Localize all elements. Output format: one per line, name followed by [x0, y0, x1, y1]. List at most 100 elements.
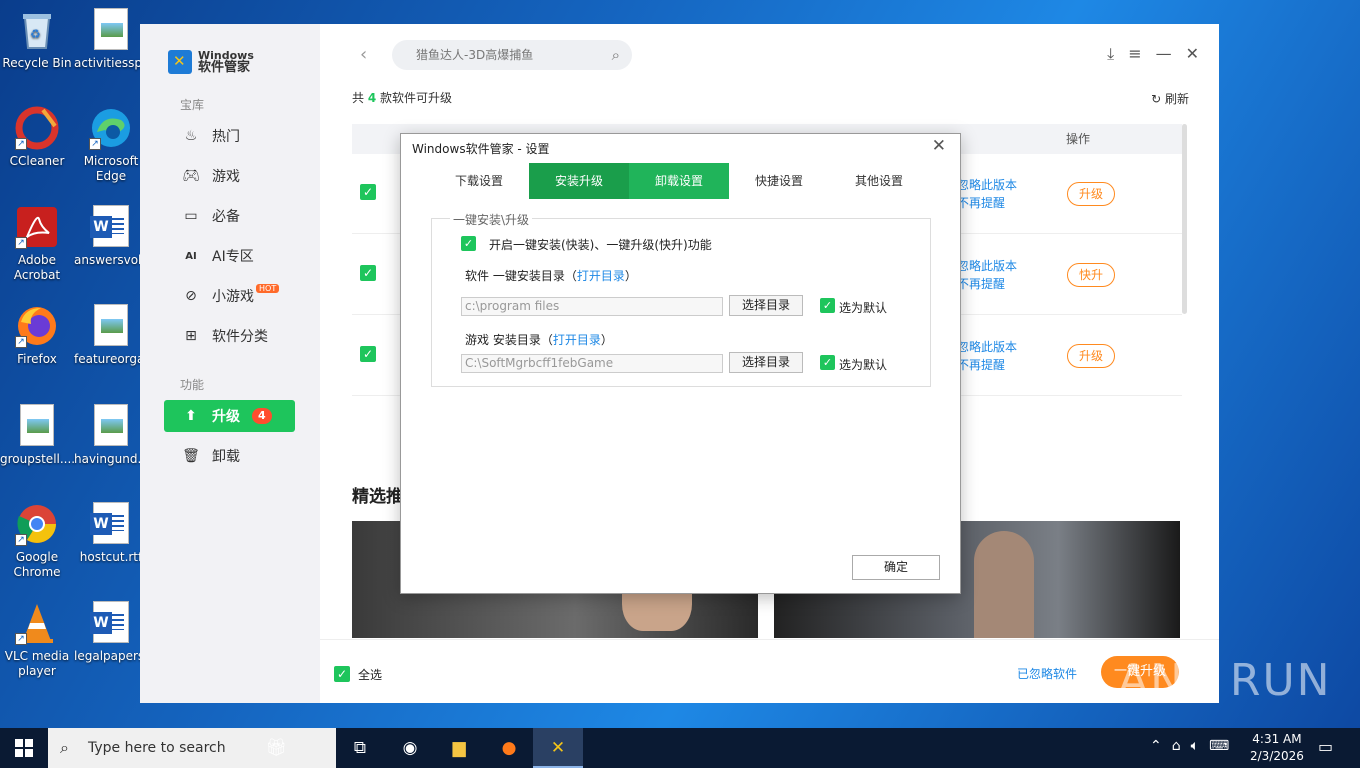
desktop-icon-activities[interactable]: activitiessp...: [74, 8, 154, 71]
close-icon[interactable]: ✕: [1186, 44, 1199, 64]
recycle-bin-icon: ♻: [15, 8, 59, 52]
clock[interactable]: 4:31 AM 2/3/2026: [1250, 731, 1304, 765]
desktop-icon-label: hostcut.rtf: [79, 550, 143, 564]
open-game-dir-link[interactable]: 打开目录: [553, 333, 601, 347]
sidebar-item-ai[interactable]: AI AI专区: [164, 240, 295, 272]
image-file-icon: [89, 404, 133, 448]
sidebar-item-upgrade[interactable]: ⬆ 升级 4: [164, 400, 295, 432]
desktop-icon-firefox[interactable]: ↗ Firefox: [0, 304, 74, 367]
upgrade-button[interactable]: 升级: [1067, 182, 1115, 206]
logo-line2: 软件管家: [198, 60, 251, 75]
chevron-up-icon[interactable]: ⌃: [1150, 738, 1162, 754]
back-arrow-icon[interactable]: ‹: [360, 44, 367, 65]
tab-shortcut[interactable]: 快捷设置: [729, 163, 829, 199]
ignored-software-link[interactable]: 已忽略软件: [1017, 665, 1077, 682]
row-checkbox[interactable]: ✓: [360, 265, 376, 281]
tab-download[interactable]: 下载设置: [429, 163, 529, 199]
desktop-icon-ccleaner[interactable]: ↗ CCleaner: [0, 106, 74, 169]
acrobat-icon: ↗: [15, 205, 59, 249]
ignore-link[interactable]: 忽略此版本 不再提醒: [957, 257, 1017, 293]
tab-other[interactable]: 其他设置: [829, 163, 929, 199]
notification-icon[interactable]: ▭: [1318, 737, 1333, 756]
close-icon[interactable]: ✕: [932, 136, 946, 156]
desktop-icon-label: CCleaner: [9, 154, 65, 168]
select-all-label[interactable]: 全选: [358, 666, 382, 683]
search-input[interactable]: 猎鱼达人-3D高爆捕鱼 ⌕: [392, 40, 632, 70]
desktop-icon-groupstell[interactable]: groupstell....: [0, 404, 75, 467]
desktop-icon-recycle-bin[interactable]: ♻ Recycle Bin: [0, 8, 74, 71]
firefox-taskbar-icon[interactable]: ●: [497, 736, 521, 760]
sidebar-item-essentials[interactable]: ▭ 必备: [164, 200, 295, 232]
row-checkbox[interactable]: ✓: [360, 184, 376, 200]
sidebar-item-label: 软件分类: [212, 329, 268, 345]
monitor-icon: ▭: [184, 208, 198, 224]
sidebar-item-categories[interactable]: ⊞ 软件分类: [164, 320, 295, 352]
search-icon[interactable]: ⌕: [612, 40, 620, 70]
desktop-icon-label: Google Chrome: [13, 550, 61, 579]
sidebar-item-hot[interactable]: ♨ 热门: [164, 120, 295, 152]
select-all-checkbox[interactable]: ✓: [334, 666, 350, 682]
sidebar-item-uninstall[interactable]: 🗑︎ 卸载: [164, 440, 295, 472]
desktop-icon-hostcut[interactable]: W hostcut.rtf: [74, 502, 148, 565]
choose-software-dir-button[interactable]: 选择目录: [729, 295, 803, 316]
image-file-icon: [89, 304, 133, 348]
volume-icon[interactable]: 🔈︎: [1191, 738, 1199, 754]
ignore-version-text: 忽略此版本: [957, 178, 1018, 192]
taskbar-search-placeholder: Type here to search: [88, 740, 226, 756]
download-icon[interactable]: ⤓: [1107, 44, 1114, 64]
enable-quick-install-checkbox[interactable]: ✓: [461, 236, 476, 251]
footer-bar: ✓ 全选 已忽略软件 一键升级: [320, 639, 1219, 703]
desktop-icon-label: activitiessp...: [74, 56, 154, 70]
desktop-icon-answersvol[interactable]: W answersvol...: [74, 205, 153, 268]
quick-upgrade-button[interactable]: 快升: [1067, 263, 1115, 287]
software-default-checkbox[interactable]: ✓: [820, 298, 835, 313]
desktop-icon-label: Firefox: [17, 352, 57, 366]
desktop-icon-acrobat[interactable]: ↗ Adobe Acrobat: [0, 205, 74, 283]
game-dir-label: 游戏 安装目录（: [465, 333, 553, 347]
file-explorer-icon[interactable]: ▆: [447, 736, 471, 760]
desktop-icon-vlc[interactable]: ↗ VLC media player: [0, 601, 74, 679]
desktop-icon-edge[interactable]: ↗ Microsoft Edge: [74, 106, 148, 184]
ok-button[interactable]: 确定: [852, 555, 940, 580]
app-logo: Windows 软件管家: [168, 50, 254, 74]
sidebar-item-minigames[interactable]: ⊘ 小游戏 HOT: [164, 280, 295, 312]
install-group: 一键安装\升级 ✓ 开启一键安装(快装)、一键升级(快升)功能 软件 一键安装目…: [431, 211, 931, 387]
window-controls: ⤓ ≡ — ✕: [1107, 44, 1199, 64]
minimize-icon[interactable]: —: [1156, 44, 1172, 64]
desktop-icon-featureorga[interactable]: featureorga...: [74, 304, 156, 367]
software-manager-taskbar-button[interactable]: ✕: [533, 728, 583, 768]
desktop-icon-havingund[interactable]: havingund...: [74, 404, 149, 467]
refresh-button[interactable]: ↻ 刷新: [1151, 90, 1189, 107]
sidebar-item-games[interactable]: 🎮︎ 游戏: [164, 160, 295, 192]
choose-game-dir-button[interactable]: 选择目录: [729, 352, 803, 373]
taskbar-search[interactable]: ⌕ Type here to search: [48, 728, 336, 768]
ccleaner-icon: ↗: [15, 106, 59, 150]
sidebar-item-label: 热门: [212, 129, 240, 145]
sidebar-item-label: 卸载: [212, 449, 240, 465]
game-default-checkbox[interactable]: ✓: [820, 355, 835, 370]
desktop-icon-legalpapers[interactable]: W legalpapers...: [74, 601, 156, 664]
network-icon[interactable]: ⌂: [1172, 738, 1181, 754]
keyboard-icon[interactable]: ⌨: [1209, 738, 1229, 754]
minigame-icon: ⊘: [185, 288, 197, 304]
open-software-dir-link[interactable]: 打开目录: [577, 269, 625, 283]
upgrade-button[interactable]: 升级: [1067, 344, 1115, 368]
menu-icon[interactable]: ≡: [1128, 44, 1141, 64]
gift-icon[interactable]: 🎁︎: [264, 736, 288, 760]
desktop-icon-chrome[interactable]: ↗ Google Chrome: [0, 502, 74, 580]
ignore-link[interactable]: 忽略此版本 不再提醒: [957, 176, 1017, 212]
search-placeholder: 猎鱼达人-3D高爆捕鱼: [416, 48, 534, 62]
edge-icon: ↗: [89, 106, 133, 150]
task-view-icon[interactable]: ⧉: [348, 736, 372, 760]
edge-taskbar-icon[interactable]: ◉: [398, 736, 422, 760]
game-path-field[interactable]: C:\SoftMgrbcff1febGame: [461, 354, 723, 373]
ignore-link[interactable]: 忽略此版本 不再提醒: [957, 338, 1017, 374]
row-checkbox[interactable]: ✓: [360, 346, 376, 362]
close-paren: ）: [624, 269, 637, 283]
tab-install-upgrade[interactable]: 安装升级: [529, 163, 629, 199]
software-path-field[interactable]: c:\program files: [461, 297, 723, 316]
windows-start-icon[interactable]: [15, 739, 33, 757]
tab-uninstall[interactable]: 卸载设置: [629, 163, 729, 199]
featured-title: 精选推: [352, 487, 403, 507]
scrollbar[interactable]: [1182, 124, 1187, 314]
